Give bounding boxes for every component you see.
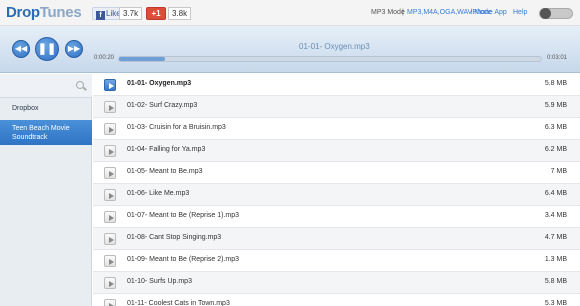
track-play-button[interactable] — [104, 123, 116, 135]
track-name[interactable]: 01-08- Cant Stop Singing.mp3 — [127, 234, 221, 241]
logo-drop-text: Drop — [6, 4, 40, 21]
track-size: 5.8 MB — [544, 80, 567, 87]
iphone-app-link[interactable]: iPhone App — [471, 9, 507, 16]
track-name[interactable]: 01-02- Surf Crazy.mp3 — [127, 102, 197, 109]
sidebar: Dropbox Teen Beach Movie Soundtrack — [0, 74, 92, 306]
track-play-button[interactable] — [104, 299, 116, 306]
google-plus-one-button[interactable]: +1 — [146, 7, 166, 20]
track-name[interactable]: 01-05- Meant to Be.mp3 — [127, 168, 203, 175]
pause-icon: ❚❚ — [37, 43, 57, 55]
track-size: 6.3 MB — [544, 124, 567, 131]
track-play-button[interactable] — [104, 167, 116, 179]
track-play-button[interactable] — [104, 277, 116, 289]
droptunes-logo[interactable]: DropTunes — [6, 4, 82, 21]
sidebar-item-dropbox[interactable]: Dropbox — [0, 103, 92, 115]
now-playing-title: 01-01- Oxygen.mp3 — [299, 42, 370, 51]
track-name[interactable]: 01-04- Falling for Ya.mp3 — [127, 146, 205, 153]
track-play-button[interactable] — [104, 101, 116, 113]
track-row[interactable]: 01-09- Meant to Be (Reprise 2).mp3 1.3 MB — [93, 250, 580, 272]
track-size: 5.8 MB — [544, 278, 567, 285]
track-row[interactable]: 01-11- Coolest Cats in Town.mp3 5.3 MB — [93, 294, 580, 306]
mode-toggle-switch[interactable] — [539, 8, 573, 19]
rewind-button[interactable]: ◀◀ — [12, 40, 30, 58]
track-row[interactable]: 01-06- Like Me.mp3 6.4 MB — [93, 184, 580, 206]
track-name[interactable]: 01-07- Meant to Be (Reprise 1).mp3 — [127, 212, 239, 219]
mode-separator: | — [402, 9, 404, 16]
track-name[interactable]: 01-09- Meant to Be (Reprise 2).mp3 — [127, 256, 239, 263]
track-size: 6.4 MB — [544, 190, 567, 197]
track-row[interactable]: 01-03- Cruisin for a Bruisin.mp3 6.3 MB — [93, 118, 580, 140]
progress-bar[interactable] — [118, 56, 542, 62]
track-row[interactable]: 01-10- Surfs Up.mp3 5.8 MB — [93, 272, 580, 294]
elapsed-time: 0:00:20 — [94, 55, 115, 61]
rewind-icon: ◀◀ — [14, 44, 28, 53]
player-bar: ◀◀ ❚❚ ▶▶ 01-01- Oxygen.mp3 0:00:20 0:03:… — [0, 26, 580, 73]
track-play-button[interactable] — [104, 145, 116, 157]
total-duration: 0:03:01 — [547, 55, 568, 61]
facebook-icon: f — [96, 11, 105, 20]
track-play-button[interactable] — [104, 189, 116, 201]
toggle-knob — [540, 8, 551, 19]
sidebar-item-teen-beach-movie-soundtrack[interactable]: Teen Beach Movie Soundtrack — [0, 120, 92, 145]
track-row[interactable]: 01-08- Cant Stop Singing.mp3 4.7 MB — [93, 228, 580, 250]
track-name[interactable]: 01-10- Surfs Up.mp3 — [127, 278, 192, 285]
track-row[interactable]: 01-07- Meant to Be (Reprise 1).mp3 3.4 MB — [93, 206, 580, 228]
play-pause-button[interactable]: ❚❚ — [35, 37, 59, 61]
track-row[interactable]: 01-05- Meant to Be.mp3 7 MB — [93, 162, 580, 184]
logo-tunes-text: Tunes — [39, 4, 82, 21]
track-play-button[interactable] — [104, 233, 116, 245]
track-row[interactable]: 01-04- Falling for Ya.mp3 6.2 MB — [93, 140, 580, 162]
track-play-button[interactable] — [104, 211, 116, 223]
track-name[interactable]: 01-03- Cruisin for a Bruisin.mp3 — [127, 124, 226, 131]
track-size: 5.9 MB — [544, 102, 567, 109]
facebook-like-count: 3.7k — [119, 7, 143, 20]
track-name[interactable]: 01-01- Oxygen.mp3 — [127, 80, 191, 87]
progress-fill — [119, 57, 166, 61]
track-size: 6.2 MB — [544, 146, 567, 153]
fast-forward-button[interactable]: ▶▶ — [65, 40, 83, 58]
track-play-button[interactable] — [104, 79, 116, 91]
track-size: 5.3 MB — [544, 300, 567, 306]
track-row[interactable]: 01-01- Oxygen.mp3 5.8 MB — [93, 74, 580, 96]
sidebar-search-bar[interactable] — [0, 74, 92, 98]
google-plus-count: 3.8k — [168, 7, 192, 20]
track-name[interactable]: 01-06- Like Me.mp3 — [127, 190, 189, 197]
track-row[interactable]: 01-02- Surf Crazy.mp3 5.9 MB — [93, 96, 580, 118]
track-play-button[interactable] — [104, 255, 116, 267]
mp3-mode-label: MP3 Mode — [371, 9, 405, 16]
search-icon[interactable] — [76, 81, 84, 89]
top-header: DropTunes f Like 3.7k +1 3.8k MP3 Mode | … — [0, 0, 580, 26]
track-size: 7 MB — [550, 168, 567, 175]
fast-forward-icon: ▶▶ — [67, 44, 81, 53]
help-link[interactable]: Help — [513, 9, 527, 16]
track-name[interactable]: 01-11- Coolest Cats in Town.mp3 — [127, 300, 230, 306]
track-size: 1.3 MB — [544, 256, 567, 263]
track-size: 4.7 MB — [544, 234, 567, 241]
track-size: 3.4 MB — [544, 212, 567, 219]
